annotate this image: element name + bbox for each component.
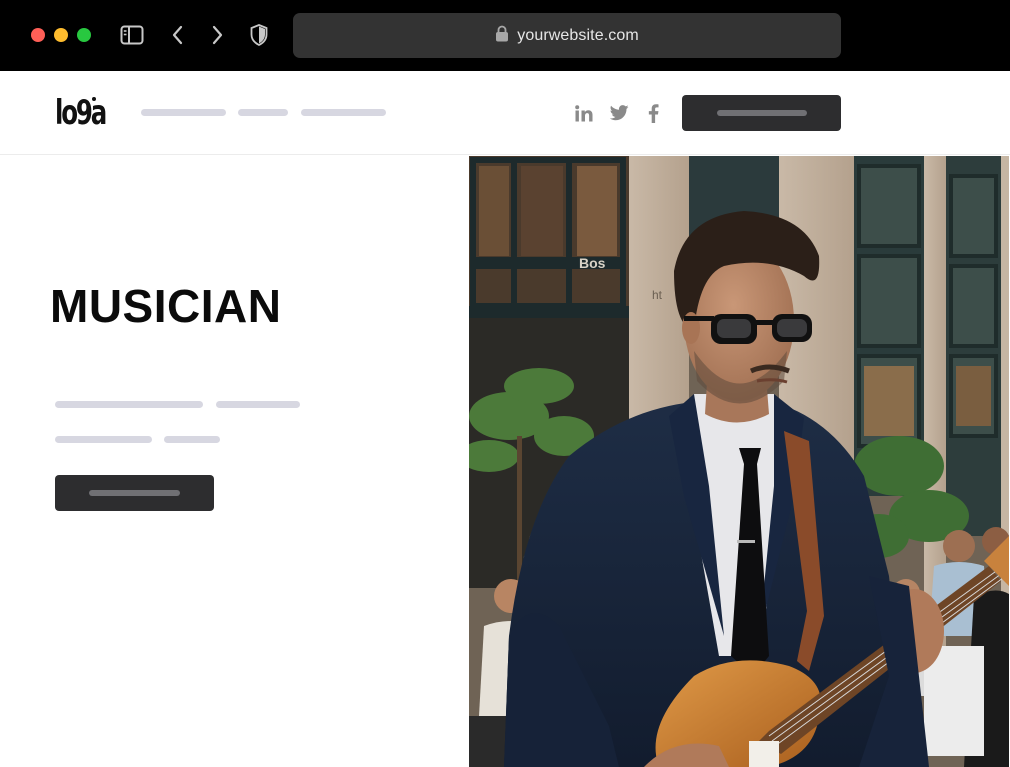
url-text: yourwebsite.com (517, 26, 639, 44)
address-bar[interactable]: yourwebsite.com (293, 13, 841, 58)
linkedin-icon[interactable] (573, 102, 595, 124)
svg-text:ht: ht (652, 288, 663, 302)
nav-link-1[interactable] (141, 109, 226, 116)
hero-photo: Bos ht (469, 156, 1009, 767)
nav-link-3[interactable] (301, 109, 386, 116)
facebook-icon[interactable] (642, 102, 664, 124)
back-arrow-icon[interactable] (166, 23, 190, 47)
sidebar-icon[interactable] (120, 23, 144, 47)
browser-toolbar: yourwebsite.com (0, 0, 1010, 71)
hero-text-line-1a (55, 401, 203, 408)
hero-text-line-1b (216, 401, 300, 408)
hero-cta-button[interactable] (55, 475, 214, 511)
hero-title: MUSICIAN (50, 280, 282, 332)
header-cta-button[interactable] (682, 95, 841, 131)
svg-text:Bos: Bos (579, 255, 606, 271)
twitter-icon[interactable] (608, 102, 630, 124)
minimize-window-button[interactable] (54, 28, 68, 42)
site-logo[interactable]: lo9a (55, 96, 107, 130)
hero-text-line-2a (55, 436, 152, 443)
maximize-window-button[interactable] (77, 28, 91, 42)
forward-arrow-icon[interactable] (205, 23, 229, 47)
header-cta-label-placeholder (716, 110, 807, 116)
nav-link-2[interactable] (238, 109, 288, 116)
hero-text-line-2b (164, 436, 220, 443)
lock-icon (495, 25, 509, 47)
logo-registered-mark (92, 97, 96, 101)
close-window-button[interactable] (31, 28, 45, 42)
shield-icon[interactable] (247, 23, 271, 47)
hero-cta-label-placeholder (89, 490, 180, 496)
